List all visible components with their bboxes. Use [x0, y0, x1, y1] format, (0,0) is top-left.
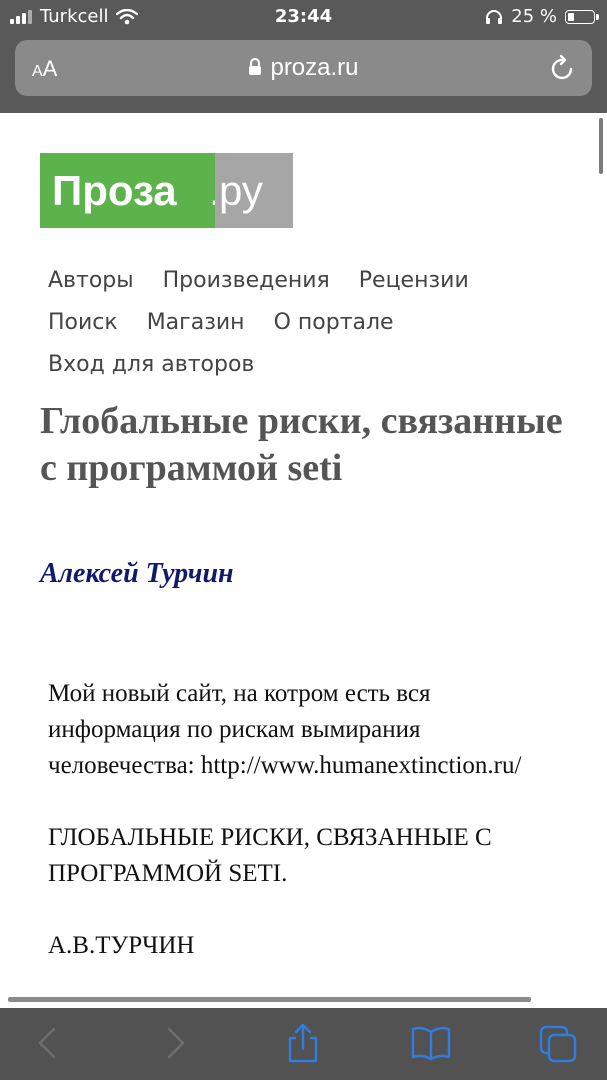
lock-icon [249, 58, 262, 75]
battery-percent: 25 % [511, 6, 557, 27]
battery-fill [568, 12, 574, 21]
headphones-icon [486, 9, 503, 24]
forward-icon[interactable] [163, 1026, 189, 1060]
site-nav: Авторы Произведения Рецензии Поиск Магаз… [48, 260, 568, 386]
browser-chrome: Turkcell 23:44 25 % AA proza.ru [0, 0, 607, 113]
logo-suffix: ру [215, 153, 293, 228]
article-body: Мой новый сайт, на котром есть вся инфор… [48, 676, 568, 1000]
share-icon[interactable] [286, 1022, 320, 1064]
nav-works[interactable]: Произведения [163, 268, 330, 293]
site-logo[interactable]: Проза . ру [40, 153, 293, 228]
article-title: Глобальные риски, связанные с программой… [40, 400, 563, 489]
nav-author-login[interactable]: Вход для авторов [48, 352, 254, 377]
vertical-scrollbar[interactable] [599, 118, 603, 174]
status-bar: Turkcell 23:44 25 % [0, 0, 607, 34]
nav-search[interactable]: Поиск [48, 310, 118, 335]
battery-icon [565, 9, 599, 24]
paragraph: А.В.ТУРЧИН [48, 932, 195, 959]
back-icon[interactable] [34, 1026, 60, 1060]
address-bar[interactable]: AA proza.ru [15, 40, 592, 96]
bookmarks-icon[interactable] [410, 1024, 452, 1062]
nav-reviews[interactable]: Рецензии [359, 268, 469, 293]
browser-toolbar [0, 1008, 607, 1080]
url-text: proza.ru [270, 54, 359, 81]
article-author[interactable]: Алексей Турчин [40, 558, 234, 590]
logo-main: Проза [40, 153, 209, 228]
web-page: Проза . ру Авторы Произведения Рецензии … [0, 113, 607, 1008]
url-display[interactable]: proza.ru [15, 54, 592, 82]
paragraph: ГЛОБАЛЬНЫЕ РИСКИ, СВЯЗАННЫЕ С ПРОГРАММОЙ… [48, 824, 492, 887]
tabs-icon[interactable] [538, 1024, 578, 1064]
paragraph: Мой новый сайт, на котром есть вся инфор… [48, 680, 522, 779]
nav-authors[interactable]: Авторы [48, 268, 134, 293]
nav-about[interactable]: О портале [274, 310, 394, 335]
horizontal-scrollbar[interactable] [8, 997, 531, 1002]
reload-icon[interactable] [550, 54, 576, 82]
nav-shop[interactable]: Магазин [147, 310, 245, 335]
